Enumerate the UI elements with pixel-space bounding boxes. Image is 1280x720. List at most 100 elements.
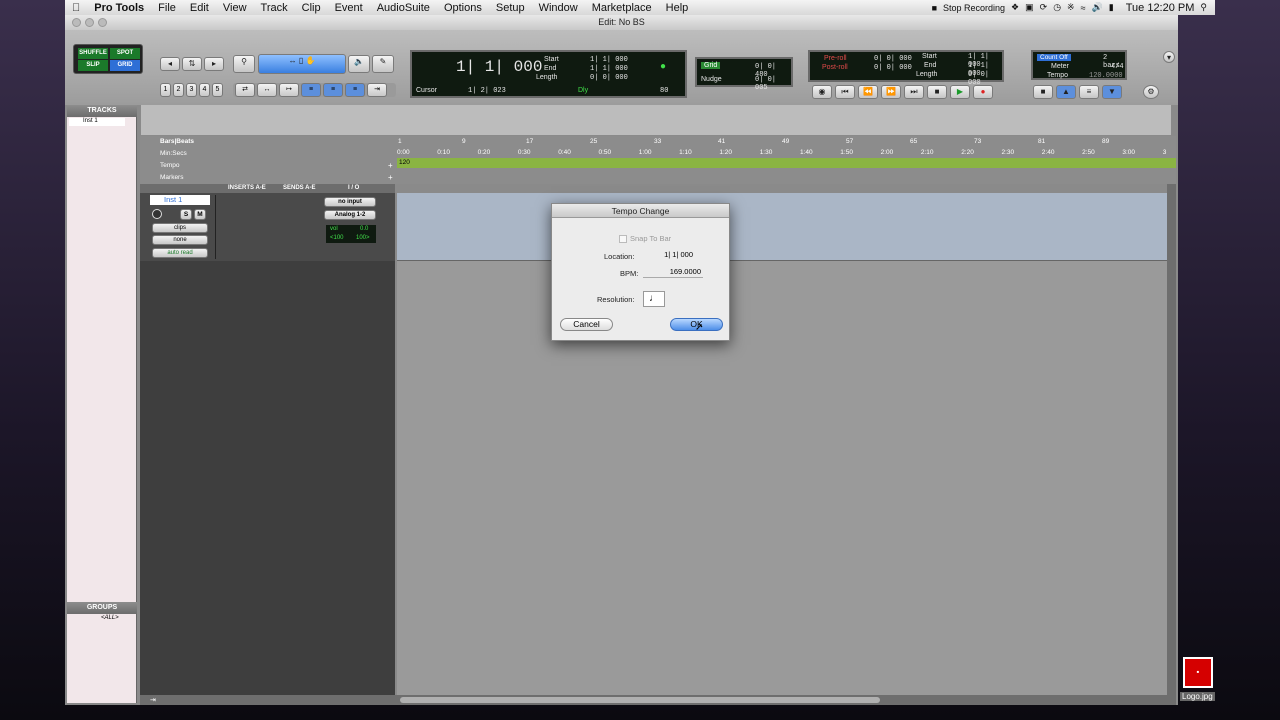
preroll-label[interactable]: Pre-roll [824, 55, 847, 62]
close-window-icon[interactable] [72, 18, 81, 27]
min-secs-ruler-label[interactable]: Min:Secs [160, 150, 187, 157]
return-to-zero-icon[interactable]: ⏮ [835, 85, 855, 99]
dropbox-icon[interactable]: ❖ [1011, 2, 1019, 13]
tempo-ruler[interactable]: 120 [397, 158, 1176, 168]
stop-icon[interactable]: ■ [927, 85, 947, 99]
menu-clock[interactable]: Tue 12:20 PM [1126, 2, 1195, 14]
add-marker-icon[interactable]: + [388, 173, 393, 182]
zoom-preset-3[interactable]: 3 [186, 83, 197, 97]
zoom-preset-5[interactable]: 5 [212, 83, 223, 97]
stop-recording[interactable]: Stop Recording [943, 3, 1005, 13]
menu-window[interactable]: Window [532, 2, 585, 14]
resolution-selector[interactable]: ♩ [643, 291, 665, 307]
bluetooth-icon[interactable]: ※ [1067, 2, 1075, 13]
selector-tool-icon[interactable]: ▯ [299, 56, 303, 65]
delay-label[interactable]: Dly [578, 87, 588, 94]
apple-icon[interactable]:  [65, 2, 87, 14]
display-icon[interactable]: ▣ [1025, 2, 1034, 13]
view-selector[interactable]: clips [152, 223, 208, 233]
metronome-icon[interactable]: ● [660, 62, 666, 73]
preroll-value[interactable]: 0| 0| 000 [874, 55, 912, 63]
location-field[interactable]: 1| 1| 000 [643, 250, 703, 261]
menu-event[interactable]: Event [328, 2, 370, 14]
count-off-button[interactable]: Count Off [1037, 54, 1071, 61]
time-machine-icon[interactable]: ◷ [1053, 2, 1061, 13]
tempo-field[interactable]: 80 [660, 87, 668, 95]
slip-mode[interactable]: SLIP [78, 60, 108, 71]
mirror-midi-icon[interactable]: ≡ [301, 83, 321, 97]
postroll-label[interactable]: Post-roll [822, 64, 848, 71]
rewind-icon[interactable]: ⏪ [858, 85, 878, 99]
link-timeline-icon[interactable]: ↔ [257, 83, 277, 97]
grabber-tool-icon[interactable]: ✋ [305, 56, 315, 65]
mute-button[interactable]: M [194, 209, 206, 220]
conductor-icon[interactable]: ▼ [1102, 85, 1122, 99]
stop-recording-icon[interactable]: ■ [932, 3, 937, 13]
tab-to-transient-icon[interactable]: ⇄ [235, 83, 255, 97]
solo-button[interactable]: S [180, 209, 192, 220]
pencil-tool-icon[interactable]: ✎ [372, 55, 394, 73]
insertion-follows-icon[interactable]: ≡ [323, 83, 343, 97]
group-list-item[interactable]: <ALL> [69, 615, 125, 623]
zoom-in-icon[interactable]: ▸ [204, 57, 224, 71]
link-track-icon[interactable]: ↦ [279, 83, 299, 97]
link-selection-icon[interactable]: ≡ [345, 83, 365, 97]
shuffle-mode[interactable]: SHUFFLE [78, 48, 108, 59]
wifi-icon[interactable]: ≈ [1081, 3, 1086, 13]
scrubber-tool-icon[interactable]: 🔈 [348, 55, 370, 73]
volume-value[interactable]: 0.0 [360, 226, 368, 232]
zoom-out-icon[interactable]: ◂ [160, 57, 180, 71]
tempo-ruler-label[interactable]: Tempo [160, 162, 180, 169]
menu-help[interactable]: Help [659, 2, 696, 14]
bars-beats-ruler-label[interactable]: Bars|Beats [160, 138, 194, 145]
menu-file[interactable]: File [151, 2, 183, 14]
metronome-button-icon[interactable]: ▲ [1056, 85, 1076, 99]
zoom-preset-4[interactable]: 4 [199, 83, 210, 97]
cancel-button[interactable]: Cancel [560, 318, 613, 331]
online-icon[interactable]: ◉ [812, 85, 832, 99]
groups-panel-header[interactable]: GROUPS [67, 602, 137, 614]
track-name[interactable]: Inst 1 [150, 195, 210, 205]
nudge-value[interactable]: 0| 0| 005 [755, 76, 791, 92]
vertical-scrollbar[interactable] [1167, 184, 1176, 695]
main-counter-value[interactable]: 1| 1| 000 [456, 58, 542, 76]
menu-view[interactable]: View [216, 2, 254, 14]
end-value[interactable]: 1| 1| 000 [590, 65, 628, 73]
midi-merge-icon[interactable]: ≡ [1079, 85, 1099, 99]
track-playlist-area[interactable] [397, 193, 1167, 261]
length-value[interactable]: 0| 0| 000 [590, 74, 628, 82]
zoom-window-icon[interactable] [98, 18, 107, 27]
markers-ruler-label[interactable]: Markers [160, 174, 183, 181]
menu-options[interactable]: Options [437, 2, 489, 14]
meter-value[interactable]: 4/4 [1111, 63, 1124, 71]
settings-icon[interactable]: ⚙ [1143, 85, 1159, 99]
automation-mode[interactable]: auto read [152, 248, 208, 258]
tracks-panel-header[interactable]: TRACKS [67, 105, 137, 117]
menu-clip[interactable]: Clip [295, 2, 328, 14]
tempo-label[interactable]: Tempo [1047, 72, 1068, 79]
start-value[interactable]: 1| 1| 000 [590, 56, 628, 64]
battery-icon[interactable]: ▮ [1109, 2, 1114, 13]
horizontal-scrollbar[interactable]: ⇥ [140, 695, 1176, 705]
menu-edit[interactable]: Edit [183, 2, 216, 14]
record-enable-icon[interactable] [152, 209, 162, 219]
audio-zoom-icon[interactable]: ⇅ [182, 57, 202, 71]
bpm-field[interactable]: 169.0000 [643, 267, 703, 278]
playlist-selector[interactable]: none [152, 235, 208, 245]
zoomer-tool-icon[interactable]: ⚲ [233, 55, 255, 73]
menu-setup[interactable]: Setup [489, 2, 532, 14]
go-to-end-icon[interactable]: ⏭ [904, 85, 924, 99]
play-icon[interactable]: ▶ [950, 85, 970, 99]
postroll-value[interactable]: 0| 0| 000 [874, 64, 912, 72]
output-selector[interactable]: Analog 1-2 [324, 210, 376, 220]
edit-canvas[interactable] [397, 261, 1167, 695]
grid-mode[interactable]: GRID [110, 60, 140, 71]
grid-label[interactable]: Grid [701, 62, 721, 69]
wait-for-note-icon[interactable]: ■ [1033, 85, 1053, 99]
meter-label[interactable]: Meter [1051, 63, 1069, 70]
volume-icon[interactable]: 🔊 [1092, 2, 1103, 13]
show-hide-icon[interactable]: ⇥ [150, 696, 156, 704]
toolbar-menu-icon[interactable]: ▾ [1163, 51, 1175, 63]
pan-right-value[interactable]: 100> [356, 235, 370, 241]
input-selector[interactable]: no input [324, 197, 376, 207]
